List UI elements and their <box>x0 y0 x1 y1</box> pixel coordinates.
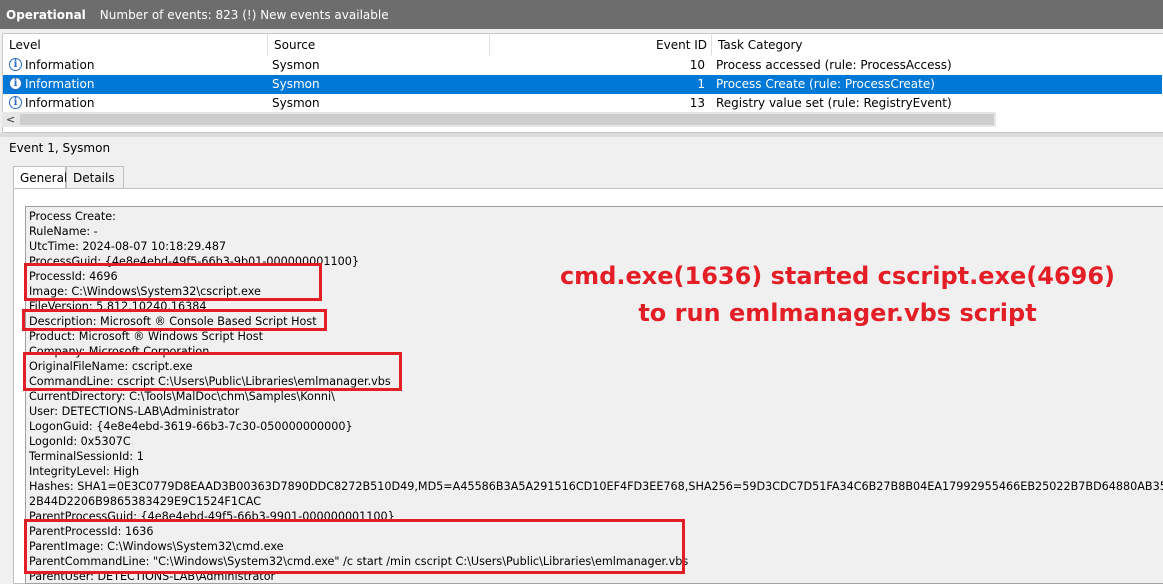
event-task-category: Registry value set (rule: RegistryEvent) <box>716 96 952 110</box>
horizontal-scrollbar[interactable]: < <box>2 112 996 127</box>
pane-splitter[interactable] <box>0 133 1163 137</box>
information-icon: i <box>9 58 22 71</box>
detail-line: 2B44D2206B9865383429E9C1524F1CAC <box>29 495 262 508</box>
event-source: Sysmon <box>272 77 320 91</box>
scroll-left-arrow-icon[interactable]: < <box>6 112 15 127</box>
highlight-box-process-image <box>24 263 322 301</box>
scrollbar-thumb[interactable] <box>20 114 994 125</box>
event-task-category: Process Create (rule: ProcessCreate) <box>716 77 935 91</box>
event-task-category: Process accessed (rule: ProcessAccess) <box>716 58 952 72</box>
information-icon: i <box>9 77 22 90</box>
event-level: Information <box>25 77 95 91</box>
event-level: Information <box>25 96 95 110</box>
detail-line: UtcTime: 2024-08-07 10:18:29.487 <box>29 240 227 253</box>
event-id: 10 <box>689 58 705 72</box>
detail-line: LogonId: 0x5307C <box>29 435 131 448</box>
detail-line: IntegrityLevel: High <box>29 465 140 478</box>
detail-line: TerminalSessionId: 1 <box>29 450 144 463</box>
column-header-event-id[interactable]: Event ID <box>490 34 712 56</box>
log-name: Operational <box>6 7 86 22</box>
highlight-box-description <box>22 309 327 331</box>
detail-line: Process Create: <box>29 210 116 223</box>
annotation-line-2: to run emlmanager.vbs script <box>638 299 1037 327</box>
event-source: Sysmon <box>272 58 320 72</box>
event-count-status: Number of events: 823 (!) New events ava… <box>99 7 389 22</box>
event-row[interactable]: i Information Sysmon 13 Registry value s… <box>3 94 1162 113</box>
tab-details[interactable]: Details <box>66 166 124 188</box>
information-icon: i <box>9 96 22 109</box>
event-row[interactable]: i Information Sysmon 1 Process Create (r… <box>3 75 1162 94</box>
tab-general[interactable]: General <box>13 166 67 189</box>
detail-line: CurrentDirectory: C:\Tools\MalDoc\chm\Sa… <box>29 390 335 403</box>
column-header-task-category[interactable]: Task Category <box>712 34 1162 56</box>
event-level: Information <box>25 58 95 72</box>
detail-line: Hashes: SHA1=0E3C0779D8EAAD3B00363D7890D… <box>29 480 1163 493</box>
detail-line: User: DETECTIONS-LAB\Administrator <box>29 405 240 418</box>
annotation-line-1: cmd.exe(1636) started cscript.exe(4696) <box>559 262 1116 290</box>
detail-line: RuleName: - <box>29 225 98 238</box>
event-id: 1 <box>697 77 705 91</box>
event-header: Event 1, Sysmon <box>9 141 111 155</box>
event-source: Sysmon <box>272 96 320 110</box>
event-id: 13 <box>689 96 705 110</box>
log-title-bar: Operational Number of events: 823 (!) Ne… <box>0 0 1163 29</box>
column-header-source[interactable]: Source <box>268 34 490 56</box>
detail-line: Product: Microsoft ® Windows Script Host <box>29 330 263 343</box>
annotation-text: cmd.exe(1636) started cscript.exe(4696) … <box>545 258 1130 332</box>
event-row[interactable]: i Information Sysmon 10 Process accessed… <box>3 56 1162 75</box>
column-header-level[interactable]: Level <box>3 34 268 56</box>
detail-line: LogonGuid: {4e8e4ebd-3619-66b3-7c30-0500… <box>29 420 353 433</box>
highlight-box-commandline <box>23 352 402 391</box>
highlight-box-parent-process <box>24 519 685 574</box>
